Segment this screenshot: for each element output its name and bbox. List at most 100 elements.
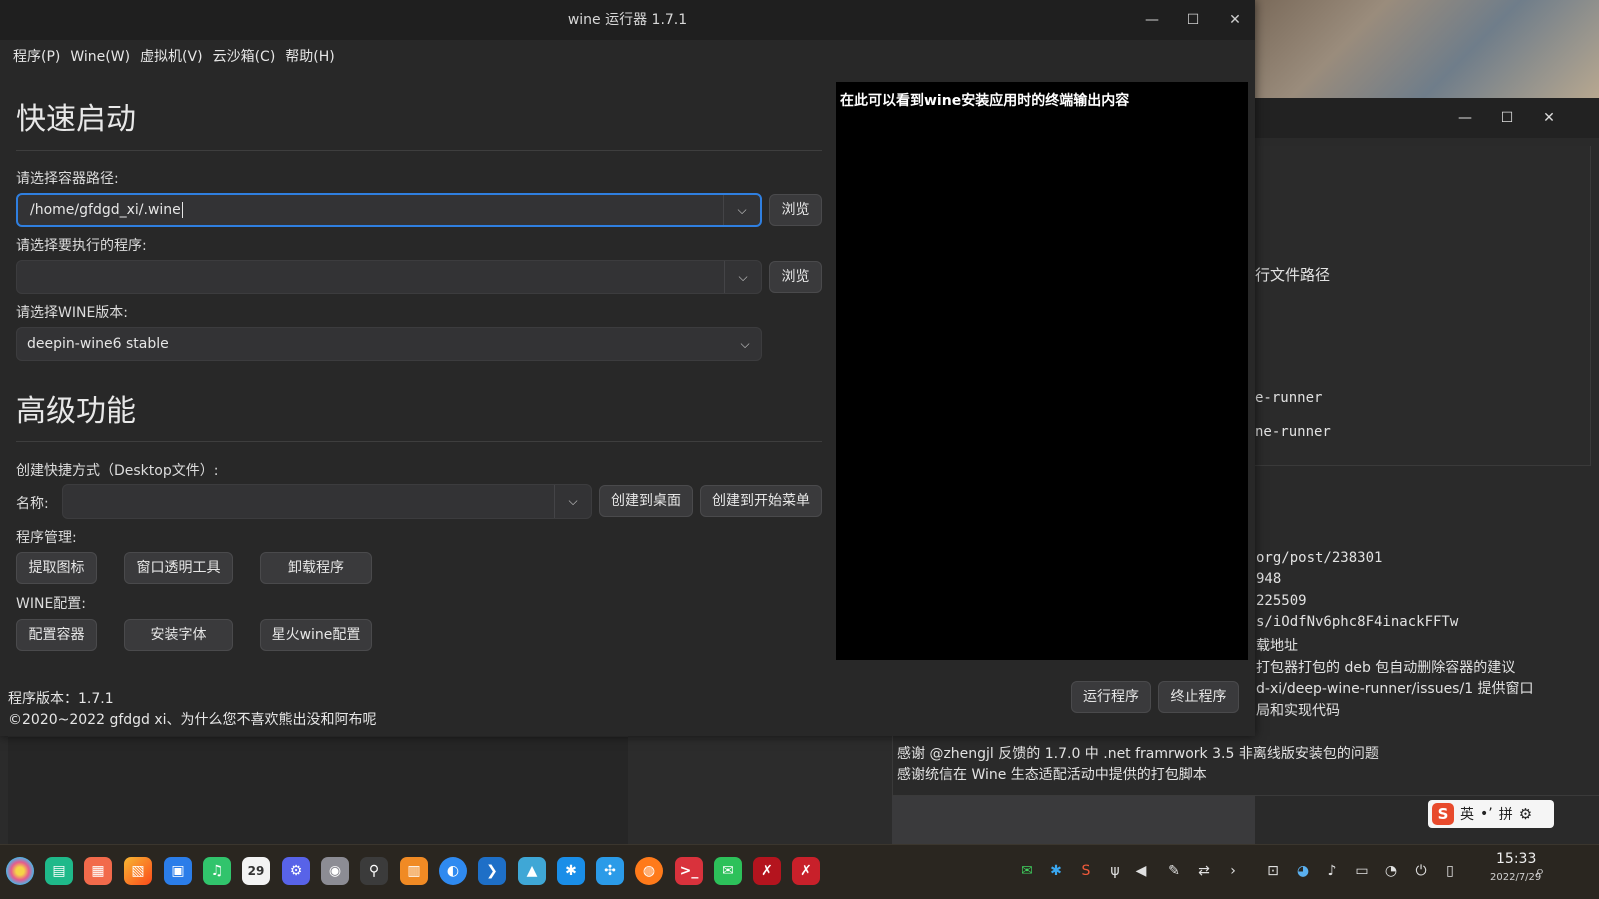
multitasking-icon[interactable]: ▦: [84, 857, 112, 885]
app-store-icon[interactable]: ▣: [164, 857, 192, 885]
container-path-combo[interactable]: /home/gfdgd_xi/.wine ⌵: [16, 193, 762, 227]
terminal-output-pane[interactable]: 在此可以看到wine安装应用时的终端输出内容: [836, 82, 1248, 660]
chevron-down-icon[interactable]: ⌵: [725, 261, 761, 293]
ime-language-toggle[interactable]: 英: [1460, 804, 1474, 824]
background-window-middle[interactable]: [628, 736, 892, 860]
bg-text-line: 感谢 @zhengjl 反馈的 1.7.0 中 .net framrwork 3…: [897, 746, 1379, 762]
background-text-pane: [1255, 146, 1591, 466]
bg-text-line: 感谢统信在 Wine 生态适配活动中提供的打包脚本: [897, 767, 1207, 783]
window-transparency-button[interactable]: 窗口透明工具: [124, 552, 233, 584]
program-path-combo[interactable]: ⌵: [16, 260, 762, 294]
bg-text-line: 948: [1256, 571, 1282, 587]
firefox-icon[interactable]: ◍: [635, 857, 663, 885]
close-icon[interactable]: ✕: [1223, 8, 1247, 32]
usb-icon[interactable]: ψ: [1105, 861, 1125, 881]
wine-version-select[interactable]: deepin-wine6 stable ⌵: [16, 327, 762, 361]
wechat-icon[interactable]: ✉: [714, 857, 742, 885]
terminal-icon[interactable]: >_: [675, 857, 703, 885]
shortcut-label: 创建快捷方式（Desktop文件）:: [16, 463, 219, 479]
bg-text-line: ne-runner: [1255, 424, 1331, 440]
network-tool-icon[interactable]: ✣: [596, 857, 624, 885]
wine-runner-icon[interactable]: ✗: [753, 857, 781, 885]
shortcut-name-combo[interactable]: ⌵: [62, 484, 592, 519]
run-program-button[interactable]: 运行程序: [1071, 681, 1151, 713]
chevron-down-icon[interactable]: ⌵: [555, 485, 591, 518]
chevron-right-icon[interactable]: ›: [1223, 861, 1243, 881]
stop-program-button[interactable]: 终止程序: [1158, 681, 1239, 713]
container-path-value: /home/gfdgd_xi/.wine: [30, 202, 181, 218]
browse-container-button[interactable]: 浏览: [769, 194, 822, 226]
wine-runner-secondary-icon[interactable]: ✗: [792, 857, 820, 885]
bg-text-line: org/post/238301: [1256, 550, 1383, 566]
camera-icon[interactable]: ◉: [321, 857, 349, 885]
input-method-bar[interactable]: S 英 •’ 拼 ⚙: [1428, 800, 1554, 828]
browse-program-button[interactable]: 浏览: [769, 261, 822, 293]
create-desktop-shortcut-button[interactable]: 创建到桌面: [599, 485, 693, 517]
window-title: wine 运行器 1.7.1: [567, 12, 688, 28]
ime-mode-toggle[interactable]: 拼: [1499, 804, 1513, 824]
bg-text-line: 打包器打包的 deb 包自动删除容器的建议: [1256, 660, 1516, 676]
window-titlebar[interactable]: wine 运行器 1.7.1 — ☐ ✕: [0, 0, 1255, 40]
archive-icon[interactable]: ▥: [400, 857, 428, 885]
wine-runner-window[interactable]: wine 运行器 1.7.1 — ☐ ✕ 程序(P) Wine(W) 虚拟机(V…: [0, 0, 1255, 736]
gear-icon[interactable]: ⚙: [1519, 805, 1532, 823]
minimize-icon[interactable]: —: [1455, 108, 1475, 128]
menu-help[interactable]: 帮助(H): [280, 46, 339, 70]
extract-icon-button[interactable]: 提取图标: [16, 552, 97, 584]
ime-punctuation-toggle[interactable]: •’: [1480, 806, 1493, 822]
create-menu-shortcut-button[interactable]: 创建到开始菜单: [700, 485, 822, 517]
name-label: 名称:: [16, 496, 49, 512]
sogou-tray-icon[interactable]: S: [1076, 861, 1096, 881]
power-icon[interactable]: ⏻: [1411, 861, 1431, 881]
search-icon[interactable]: ⌕: [1530, 861, 1550, 881]
spark-tray-icon[interactable]: ✱: [1046, 861, 1066, 881]
globe-icon[interactable]: ◕: [1293, 861, 1313, 881]
chevron-down-icon[interactable]: ⌵: [729, 328, 761, 360]
wine-config-label: WINE配置:: [16, 596, 87, 612]
background-window-left[interactable]: [0, 736, 628, 860]
calendar-icon[interactable]: 29: [242, 857, 270, 885]
background-window-titlebar[interactable]: — ☐ ✕: [1255, 98, 1599, 138]
image-viewer-icon[interactable]: ▧: [124, 857, 152, 885]
package-installer-icon[interactable]: ▲: [518, 857, 546, 885]
settings-icon[interactable]: ⚙: [282, 857, 310, 885]
bg-text-line: s/iOdfNv6phc8F4inackFFTw: [1256, 614, 1459, 630]
container-path-label: 请选择容器路径:: [16, 171, 119, 187]
music-icon[interactable]: ♫: [203, 857, 231, 885]
wechat-tray-icon[interactable]: ✉: [1017, 861, 1037, 881]
spark-wine-config-button[interactable]: 星火wine配置: [260, 619, 372, 651]
trash-icon[interactable]: ▯: [1440, 861, 1460, 881]
configure-container-button[interactable]: 配置容器: [16, 619, 97, 651]
maximize-icon[interactable]: ☐: [1181, 8, 1205, 32]
file-manager-icon[interactable]: ▤: [45, 857, 73, 885]
notification-bell-icon[interactable]: ♪: [1322, 861, 1342, 881]
close-icon[interactable]: ✕: [1539, 108, 1559, 128]
minimize-icon[interactable]: —: [1140, 8, 1164, 32]
uninstall-program-button[interactable]: 卸载程序: [260, 552, 372, 584]
chevron-down-icon[interactable]: ⌵: [724, 195, 760, 225]
search-tool-icon[interactable]: ⚲: [360, 857, 388, 885]
advanced-heading: 高级功能: [16, 394, 136, 429]
sogou-logo-icon[interactable]: S: [1432, 803, 1454, 825]
menu-cloud-sandbox[interactable]: 云沙箱(C): [208, 46, 281, 70]
menu-vm[interactable]: 虚拟机(V): [135, 46, 208, 70]
bg-text-line: 行文件路径: [1255, 266, 1331, 284]
volume-icon[interactable]: ◀: [1131, 861, 1151, 881]
pen-icon[interactable]: ✎: [1164, 861, 1184, 881]
desktop-wallpaper: [1255, 0, 1599, 100]
screenshot-icon[interactable]: ⊡: [1263, 861, 1283, 881]
vscode-icon[interactable]: ❯: [478, 857, 506, 885]
menu-program[interactable]: 程序(P): [8, 46, 65, 70]
maximize-icon[interactable]: ☐: [1497, 108, 1517, 128]
menu-wine[interactable]: Wine(W): [65, 46, 135, 70]
browser-icon[interactable]: ◐: [439, 857, 467, 885]
install-fonts-button[interactable]: 安装字体: [124, 619, 233, 651]
text-caret: [181, 202, 183, 218]
network-transfer-icon[interactable]: ⇄: [1194, 861, 1214, 881]
launcher-icon[interactable]: [6, 857, 34, 885]
program-management-label: 程序管理:: [16, 530, 77, 546]
quick-start-heading: 快速启动: [16, 102, 136, 137]
spark-store-icon[interactable]: ✱: [557, 857, 585, 885]
system-monitor-icon[interactable]: ◔: [1381, 861, 1401, 881]
keyboard-icon[interactable]: ▭: [1352, 861, 1372, 881]
